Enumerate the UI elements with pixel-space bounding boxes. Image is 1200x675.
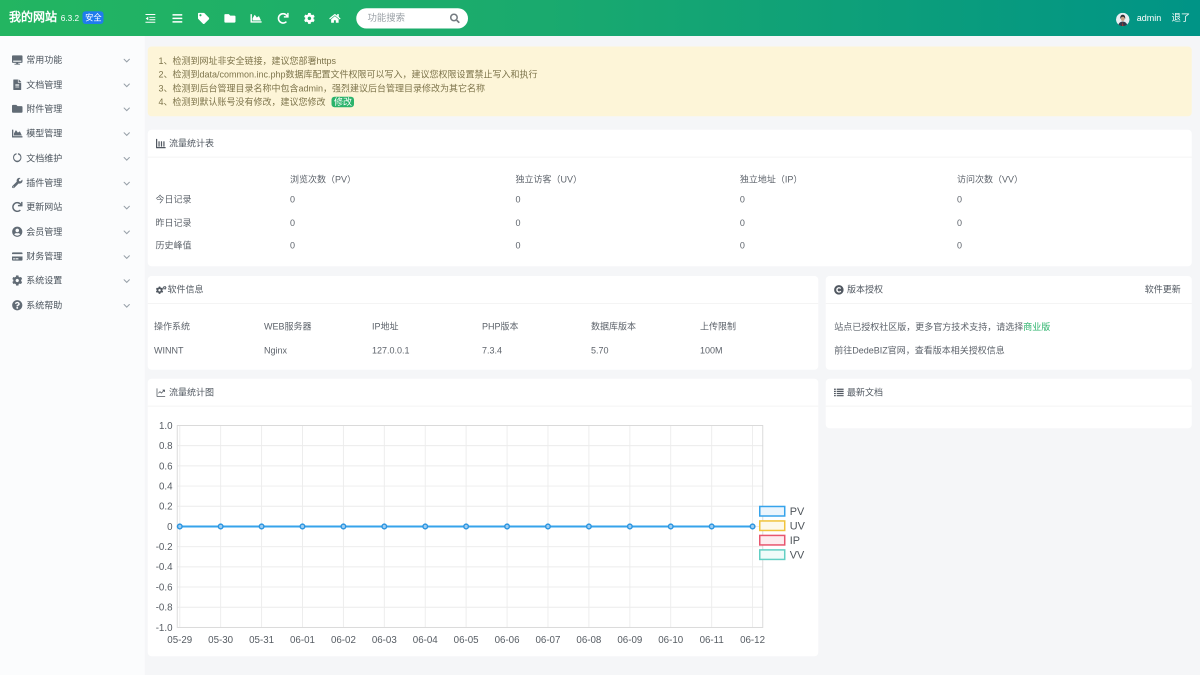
svg-text:-0.2: -0.2 (156, 542, 173, 553)
svg-text:1.0: 1.0 (159, 421, 173, 432)
svg-text:06-12: 06-12 (740, 635, 765, 646)
svg-text:06-09: 06-09 (618, 635, 643, 646)
svg-text:06-06: 06-06 (495, 635, 520, 646)
svg-text:IP: IP (790, 535, 800, 547)
svg-text:VV: VV (790, 550, 805, 562)
svg-text:06-10: 06-10 (658, 635, 684, 646)
svg-text:06-11: 06-11 (700, 635, 724, 646)
svg-text:-0.6: -0.6 (156, 583, 173, 594)
svg-text:0.4: 0.4 (159, 482, 173, 493)
svg-text:05-29: 05-29 (168, 635, 193, 646)
svg-text:05-30: 05-30 (208, 635, 234, 646)
svg-text:0.8: 0.8 (159, 441, 173, 452)
svg-text:0.6: 0.6 (159, 461, 173, 472)
svg-text:-0.4: -0.4 (156, 562, 173, 573)
svg-text:06-01: 06-01 (290, 635, 315, 646)
svg-text:-0.8: -0.8 (156, 603, 173, 614)
svg-text:05-31: 05-31 (249, 635, 274, 646)
svg-text:06-07: 06-07 (536, 635, 561, 646)
svg-text:06-08: 06-08 (577, 635, 602, 646)
svg-text:0.2: 0.2 (159, 502, 173, 513)
svg-text:06-03: 06-03 (372, 635, 397, 646)
svg-text:06-02: 06-02 (331, 635, 356, 646)
svg-text:PV: PV (790, 506, 805, 518)
svg-text:-1.0: -1.0 (156, 623, 173, 634)
svg-text:UV: UV (790, 521, 806, 533)
svg-text:0: 0 (167, 522, 173, 533)
svg-text:06-04: 06-04 (413, 635, 439, 646)
svg-text:06-05: 06-05 (454, 635, 480, 646)
